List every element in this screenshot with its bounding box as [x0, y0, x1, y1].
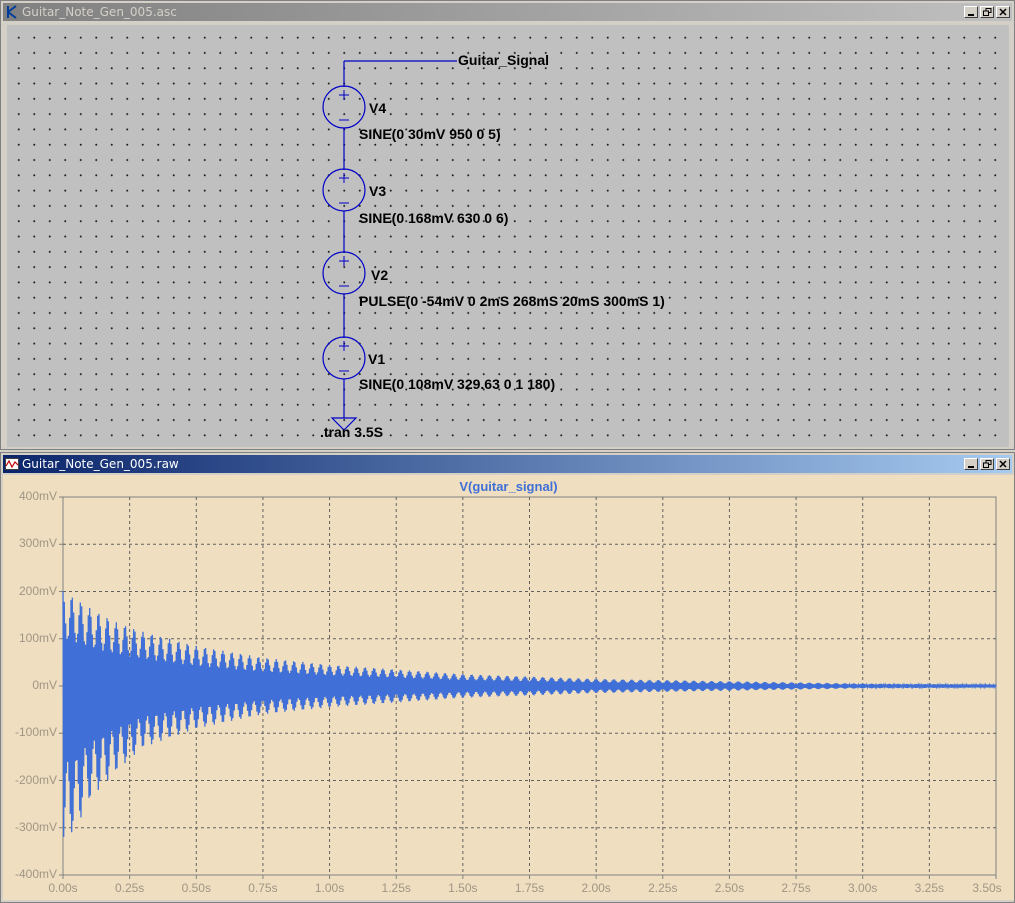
y-tick-label: -200mV — [14, 772, 57, 787]
spice-directive[interactable]: .tran 3.5S — [320, 424, 383, 440]
y-tick-label: 400mV — [18, 489, 57, 503]
y-tick-label: 100mV — [18, 630, 57, 645]
component-name-v1[interactable]: V1 — [368, 351, 385, 367]
waveform-plot-pane[interactable]: V(guitar_signal) 400mV 300mV 200mV 100mV 0mV… — [3, 475, 1014, 900]
component-value-v2[interactable]: PULSE(0 -54mV 0 2mS 268mS 20mS 300mS 1) — [359, 293, 665, 309]
restore-button[interactable] — [980, 458, 994, 470]
waveform-app-icon — [5, 457, 19, 471]
schematic-window: Guitar_Note_Gen_005.asc Guitar_Signal V4… — [0, 0, 1015, 450]
y-tick-label: -100mV — [14, 725, 57, 740]
x-tick-label: 1.75s — [514, 881, 545, 895]
x-tick-label: 2.50s — [714, 881, 745, 895]
component-value-v1[interactable]: SINE(0 108mV 329.63 0 1 180) — [359, 376, 555, 392]
y-tick-label: -400mV — [14, 867, 57, 881]
x-tick-label: 2.75s — [781, 881, 811, 895]
waveform-titlebar[interactable]: Guitar_Note_Gen_005.raw — [3, 455, 1012, 473]
minimize-button[interactable] — [964, 458, 978, 470]
component-name-v3[interactable]: V3 — [369, 183, 386, 199]
y-tick-label: -300mV — [14, 819, 57, 834]
minimize-button[interactable] — [964, 6, 978, 18]
component-value-v4[interactable]: SINE(0 30mV 950 0 5) — [359, 126, 501, 142]
waveform-chart[interactable] — [3, 475, 1014, 900]
y-tick-label: 300mV — [18, 536, 57, 551]
schematic-title: Guitar_Note_Gen_005.asc — [22, 5, 177, 19]
x-tick-label: 1.50s — [448, 881, 478, 895]
component-name-v4[interactable]: V4 — [369, 100, 386, 116]
component-name-v2[interactable]: V2 — [371, 267, 388, 283]
close-button[interactable] — [996, 458, 1010, 470]
x-tick-label: 3.25s — [914, 881, 945, 895]
x-tick-label: 0.25s — [114, 881, 145, 895]
x-tick-label: 0.75s — [248, 881, 278, 895]
schematic-titlebar[interactable]: Guitar_Note_Gen_005.asc — [3, 3, 1012, 21]
x-tick-label: 3.00s — [848, 881, 878, 895]
x-tick-label: 0.50s — [181, 881, 211, 895]
x-tick-label: 2.00s — [581, 881, 611, 895]
schematic-app-icon — [5, 5, 19, 19]
schematic-canvas[interactable]: Guitar_Signal V4 SINE(0 30mV 950 0 5) V3… — [7, 25, 1009, 447]
x-tick-label: 2.25s — [648, 881, 678, 895]
close-button[interactable] — [996, 6, 1010, 18]
x-tick-label: 1.25s — [381, 881, 411, 895]
waveform-window: Guitar_Note_Gen_005.raw V(guitar_signal)… — [0, 452, 1015, 903]
y-tick-label: 0mV — [32, 678, 57, 692]
waveform-title: Guitar_Note_Gen_005.raw — [22, 457, 179, 471]
x-tick-label: 1.00s — [314, 881, 345, 895]
restore-button[interactable] — [980, 6, 994, 18]
y-tick-label: 200mV — [18, 583, 57, 598]
x-tick-label: 0.00s — [48, 881, 78, 895]
net-label-guitar-signal[interactable]: Guitar_Signal — [458, 52, 549, 68]
component-value-v3[interactable]: SINE(0 168mV 630 0 6) — [359, 210, 508, 226]
x-tick-label: 3.50s — [972, 881, 1002, 895]
